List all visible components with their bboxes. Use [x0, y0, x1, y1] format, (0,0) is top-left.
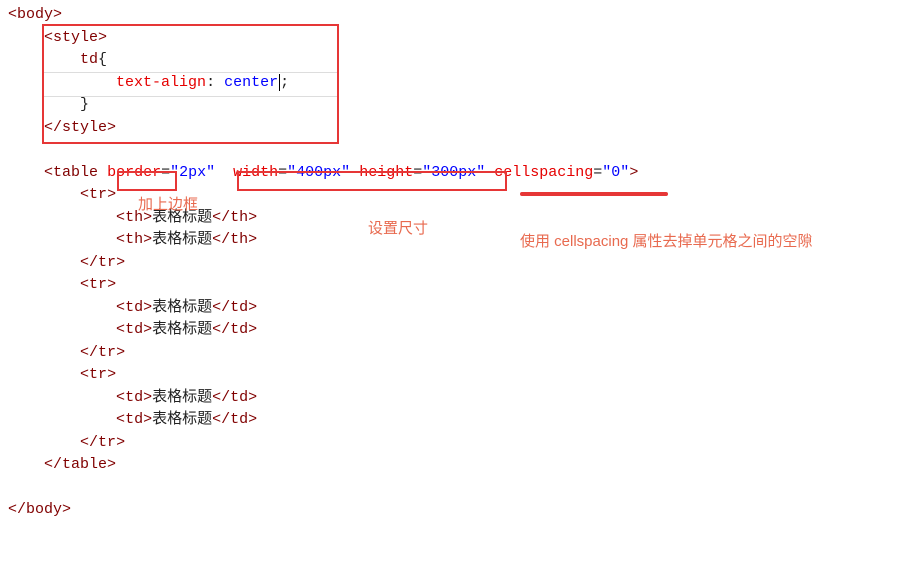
tag-th: <th>	[116, 209, 152, 226]
tag-body-open: <body>	[8, 6, 62, 23]
cell-text: 表格标题	[152, 321, 212, 338]
tag-td: <td>	[116, 389, 152, 406]
cell-text: 表格标题	[152, 411, 212, 428]
cell-text: 表格标题	[152, 231, 212, 248]
tag-style-open: <style>	[44, 29, 107, 46]
cell-text: 表格标题	[152, 389, 212, 406]
tag-td: <td>	[116, 411, 152, 428]
tag-style-close: </style>	[44, 119, 116, 136]
attr-width: width	[233, 164, 278, 181]
selector-td: td	[80, 51, 98, 68]
tag-tr-open: <tr>	[80, 276, 116, 293]
val-cellspacing: "0"	[602, 164, 629, 181]
attr-height: height	[359, 164, 413, 181]
tag-th: <th>	[116, 231, 152, 248]
tag-td: <td>	[116, 321, 152, 338]
tag-tr-close: </tr>	[80, 434, 125, 451]
cell-text: 表格标题	[152, 299, 212, 316]
tag-table-open: <table	[44, 164, 98, 181]
tag-body-close: </body>	[8, 501, 71, 518]
tag-tr-open: <tr>	[80, 186, 116, 203]
tag-tr-close: </tr>	[80, 344, 125, 361]
val-border: "2px"	[170, 164, 215, 181]
attr-border: border	[107, 164, 161, 181]
val-width: "400px"	[287, 164, 350, 181]
val-height: "300px"	[422, 164, 485, 181]
code-block: <body> <style> td{ text-align: center; }…	[8, 4, 909, 522]
tag-td: <td>	[116, 299, 152, 316]
cell-text: 表格标题	[152, 209, 212, 226]
tag-tr-open: <tr>	[80, 366, 116, 383]
tag-tr-close: </tr>	[80, 254, 125, 271]
prop-text-align: text-align	[116, 74, 206, 91]
attr-cellspacing: cellspacing	[494, 164, 593, 181]
val-center: center	[224, 74, 278, 91]
tag-table-close: </table>	[44, 456, 116, 473]
